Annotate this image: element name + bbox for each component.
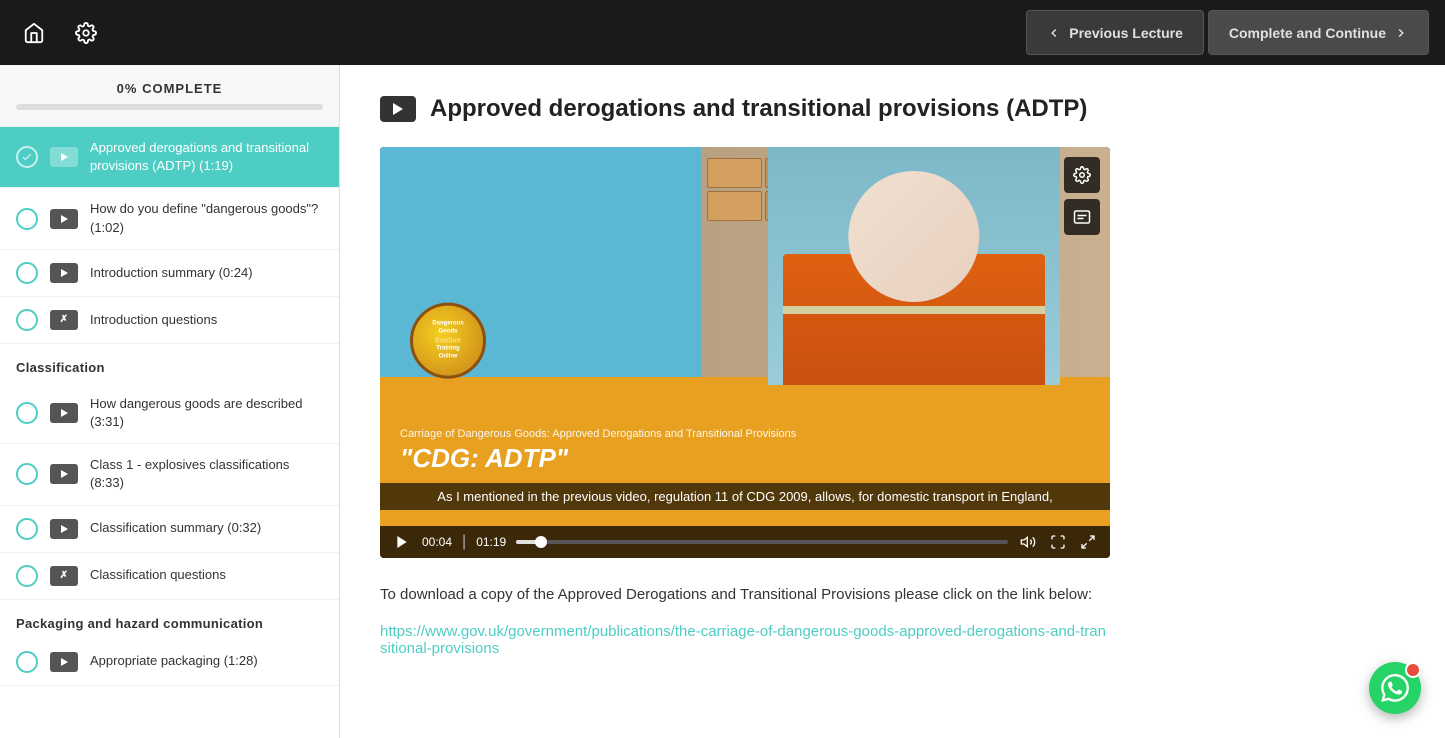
video-icon-packaging: [50, 652, 78, 672]
video-icon-adtp: [50, 147, 78, 167]
sidebar-item-intro-summary[interactable]: Introduction summary (0:24): [0, 250, 339, 297]
sidebar-item-class1[interactable]: Class 1 - explosives classifications (8:…: [0, 444, 339, 505]
lecture-title-icon: [380, 96, 416, 122]
video-icon-dangerous: [50, 209, 78, 229]
sidebar-item-class-summary[interactable]: Classification summary (0:32): [0, 506, 339, 553]
lecture-title: Approved derogations and transitional pr…: [430, 95, 1087, 123]
sidebar-item-label-intro-q: Introduction questions: [90, 311, 323, 329]
video-settings-btn[interactable]: [1064, 157, 1100, 193]
prev-btn-label: Previous Lecture: [1069, 25, 1183, 41]
video-player[interactable]: Carriage of Dangerous Goods: Approved De…: [380, 147, 1110, 558]
sidebar-item-label-class-q: Classification questions: [90, 566, 323, 584]
home-button[interactable]: [16, 15, 52, 51]
main-layout: 0% COMPLETE Approved derogations and tra…: [0, 65, 1445, 738]
course-logo: Dangerous Goods EcoSim Training Online: [410, 303, 486, 379]
complete-continue-button[interactable]: Complete and Continue: [1208, 10, 1429, 55]
check-circle-class-sum: [16, 518, 38, 540]
check-circle-intro-q: [16, 309, 38, 331]
sidebar-item-label-adtp: Approved derogations and transitional pr…: [90, 139, 323, 175]
whatsapp-fab[interactable]: [1369, 662, 1421, 714]
quiz-icon-intro: ✗: [50, 310, 78, 330]
sidebar-item-dangerous-goods[interactable]: How do you define "dangerous goods"? (1:…: [0, 188, 339, 249]
duration: 01:19: [476, 535, 506, 549]
video-icon-class-sum: [50, 519, 78, 539]
sidebar-item-intro-questions[interactable]: ✗ Introduction questions: [0, 297, 339, 344]
video-controls-bar: 00:04 | 01:19: [380, 526, 1110, 558]
lecture-title-row: Approved derogations and transitional pr…: [380, 95, 1405, 123]
nav-right: Previous Lecture Complete and Continue: [1026, 10, 1429, 55]
play-button[interactable]: [392, 532, 412, 552]
progress-track: [16, 104, 323, 110]
section-header-packaging: Packaging and hazard communication: [0, 600, 339, 639]
check-circle-intro: [16, 262, 38, 284]
progress-suffix: COMPLETE: [142, 81, 222, 96]
complete-btn-label: Complete and Continue: [1229, 25, 1386, 41]
check-circle-class-q: [16, 565, 38, 587]
current-time: 00:04: [422, 535, 452, 549]
video-progress-track[interactable]: [516, 540, 1008, 544]
check-circle-dangerous: [16, 208, 38, 230]
sidebar-item-label-class-sum: Classification summary (0:32): [90, 519, 323, 537]
check-circle-how: [16, 402, 38, 424]
content-area: Approved derogations and transitional pr…: [340, 65, 1445, 738]
top-navigation: Previous Lecture Complete and Continue: [0, 0, 1445, 65]
sidebar-item-label-intro: Introduction summary (0:24): [90, 264, 323, 282]
subtitles-btn[interactable]: [1064, 199, 1100, 235]
sidebar-item-how-described[interactable]: How dangerous goods are described (3:31): [0, 383, 339, 444]
sidebar-item-label-class1: Class 1 - explosives classifications (8:…: [90, 456, 323, 492]
fullscreen-button[interactable]: [1048, 532, 1068, 552]
video-cdg-title: "CDG: ADTP": [400, 443, 1090, 474]
settings-button[interactable]: [68, 15, 104, 51]
progress-label: 0% COMPLETE: [16, 81, 323, 96]
nav-left: [16, 15, 104, 51]
mute-button[interactable]: [1018, 532, 1038, 552]
sidebar-item-label-packaging: Appropriate packaging (1:28): [90, 652, 323, 670]
expand-button[interactable]: [1078, 532, 1098, 552]
video-icon-class1: [50, 464, 78, 484]
quiz-icon-class: ✗: [50, 566, 78, 586]
sidebar: 0% COMPLETE Approved derogations and tra…: [0, 65, 340, 738]
check-circle-class1: [16, 463, 38, 485]
content-description: To download a copy of the Approved Derog…: [380, 582, 1110, 608]
sidebar-item-label-how: How dangerous goods are described (3:31): [90, 395, 323, 431]
video-subtitle: Carriage of Dangerous Goods: Approved De…: [400, 428, 1090, 440]
adtp-download-link[interactable]: https://www.gov.uk/government/publicatio…: [380, 623, 1110, 657]
sidebar-item-packaging[interactable]: Appropriate packaging (1:28): [0, 639, 339, 686]
video-progress-dot: [535, 536, 547, 548]
check-circle-packaging: [16, 651, 38, 673]
video-overlay-controls: [1064, 157, 1100, 235]
section-header-classification: Classification: [0, 344, 339, 383]
check-circle-adtp: [16, 146, 38, 168]
video-icon-how: [50, 403, 78, 423]
previous-lecture-button[interactable]: Previous Lecture: [1026, 10, 1204, 55]
subtitle-band: As I mentioned in the previous video, re…: [380, 483, 1110, 510]
video-icon-intro: [50, 263, 78, 283]
progress-percent: 0%: [117, 81, 138, 96]
sidebar-item-adtp[interactable]: Approved derogations and transitional pr…: [0, 127, 339, 188]
sidebar-item-class-questions[interactable]: ✗ Classification questions: [0, 553, 339, 600]
progress-container: 0% COMPLETE: [0, 65, 339, 127]
sidebar-item-label-dangerous: How do you define "dangerous goods"? (1:…: [90, 200, 323, 236]
